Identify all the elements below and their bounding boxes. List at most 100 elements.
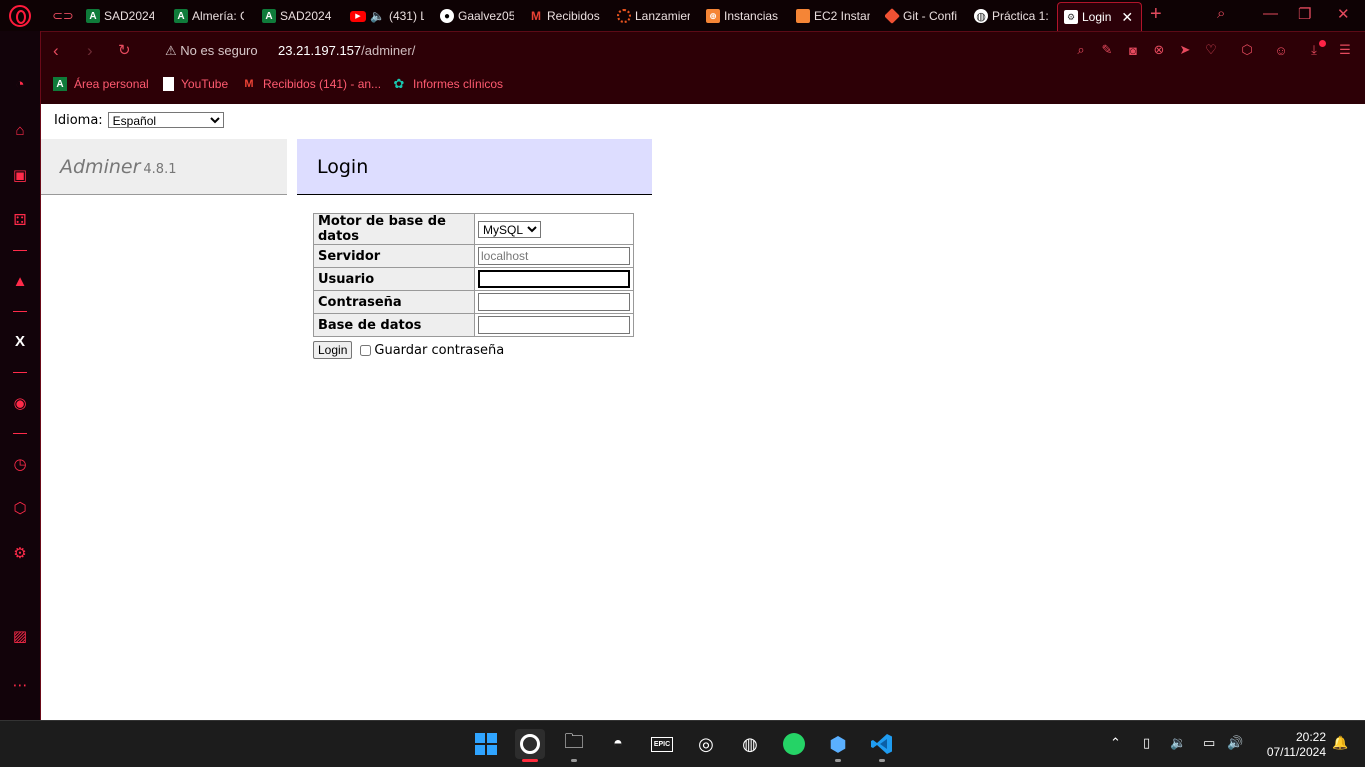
tab-ec2[interactable]: EC2 Instan (796, 4, 870, 28)
database-input[interactable] (478, 316, 630, 334)
camera-icon[interactable]: ◙ (1125, 42, 1141, 58)
password-label: Contraseña (313, 290, 475, 314)
steam-icon[interactable]: ◎ (691, 729, 721, 759)
new-tab-plus-icon[interactable]: + (1150, 3, 1162, 26)
table-row: Base de datos (313, 313, 634, 337)
adblock-icon[interactable]: ⊗ (1151, 42, 1167, 58)
tab-lanzamiento[interactable]: Lanzamier (617, 4, 690, 28)
forward-icon[interactable]: › (87, 41, 93, 61)
epic-games-icon[interactable]: EPIC (647, 729, 677, 759)
driver-select[interactable]: MySQL (478, 220, 541, 238)
close-tab-icon[interactable]: ✕ (1121, 9, 1133, 26)
wallpaper-icon[interactable]: ▨ (10, 626, 30, 646)
tab-snapshot[interactable]: ⊂⊃ (52, 4, 74, 28)
start-windows-icon[interactable] (471, 729, 501, 759)
vscode-icon[interactable] (867, 729, 897, 762)
close-window-icon[interactable]: ✕ (1337, 5, 1350, 23)
adminer-menu-header: Adminer 4.8.1 (41, 139, 287, 195)
tab-search-icon[interactable]: ⌕ (1217, 5, 1225, 22)
profile-icon[interactable]: ☺ (1273, 42, 1289, 58)
heart-icon[interactable]: ♡ (1203, 42, 1219, 58)
gear-flower-icon: ✿ (393, 76, 405, 91)
bookmark-area-personal[interactable]: A Área personal (53, 77, 149, 91)
language-select[interactable]: Español (107, 112, 224, 128)
driver-label: Motor de base de datos (313, 213, 475, 245)
content-header: Login (297, 139, 652, 195)
network-monitor-icon[interactable]: ▭ (1203, 735, 1215, 751)
opera-gx-taskbar-icon[interactable] (515, 729, 545, 762)
page-icon (163, 77, 174, 91)
tab-github[interactable]: ● Gaalvez05 (440, 4, 514, 28)
table-row: Contraseña (313, 290, 634, 314)
bookmark-informes[interactable]: ✿ Informes clínicos (392, 76, 503, 91)
password-input[interactable] (478, 293, 630, 311)
username-input[interactable] (477, 269, 631, 289)
system-clock[interactable]: 20:22 07/11/2024 (1258, 730, 1326, 760)
tab-gmail[interactable]: M Recibidos (529, 4, 601, 28)
language-selector: Idioma: Español (54, 112, 224, 128)
opera-menu-icon[interactable] (9, 5, 31, 27)
bookmark-recibidos[interactable]: M Recibidos (141) - an... (242, 77, 381, 91)
tab-sad2024-2[interactable]: A SAD2024: (262, 4, 332, 28)
tab-sad2024-1[interactable]: A SAD2024: (86, 4, 154, 28)
usb-drive-icon[interactable]: ▯ (1143, 735, 1150, 751)
send-icon[interactable]: ➤ (1177, 42, 1193, 58)
speaker-icon[interactable]: 🔈 (370, 9, 385, 23)
aws-cube-icon (796, 9, 810, 23)
moodle-a-icon: A (262, 9, 276, 23)
speaker-tray-icon[interactable]: 🔉 (1170, 735, 1186, 751)
history-clock-icon[interactable]: ◷ (10, 454, 30, 474)
cube-icon[interactable]: ⬡ (10, 498, 30, 518)
edit-icon[interactable]: ✎ (1099, 42, 1115, 58)
cube-icon[interactable]: ⬡ (1239, 42, 1255, 58)
tab-instancias[interactable]: ⊕ Instancias (706, 4, 780, 28)
discord-icon[interactable]: ◓ (603, 729, 633, 759)
server-input[interactable] (478, 247, 630, 265)
minimize-icon[interactable]: — (1263, 5, 1278, 22)
moodle-a-icon: A (86, 9, 100, 23)
twitch-icon[interactable]: ▣ (10, 165, 30, 185)
tab-git[interactable]: Git - Confi (885, 4, 959, 28)
remember-password-label[interactable]: Guardar contraseña (374, 343, 504, 358)
tab-youtube[interactable]: ▶ 🔈 (431) L (350, 4, 424, 28)
sidebar-divider (13, 311, 27, 312)
login-button[interactable]: Login (313, 341, 353, 359)
virtualbox-icon[interactable]: ⬢ (823, 729, 853, 762)
aria-icon[interactable]: ▲ (10, 271, 30, 291)
speed-dial-icon[interactable]: ◔ (10, 74, 30, 94)
chevron-up-icon[interactable]: ⌃ (1110, 735, 1121, 751)
submit-row: Login Guardar contraseña (313, 341, 504, 359)
gamepad-icon: ⊂⊃ (52, 8, 74, 23)
spotify-icon[interactable]: ◉ (10, 393, 30, 413)
volume-icon[interactable]: 🔊 (1227, 735, 1243, 751)
search-page-icon[interactable]: ⌕ (1073, 42, 1089, 58)
notification-bell-icon[interactable]: 🔔 (1332, 735, 1348, 751)
more-dots-icon[interactable]: ⋯ (10, 675, 30, 695)
briefcase-icon[interactable]: ⌂ (10, 120, 30, 140)
tab-almeria[interactable]: A Almería: C (174, 4, 244, 28)
easy-setup-icon[interactable]: ☰ (1337, 42, 1353, 58)
opera-sidebar: ◔ ⌂ ▣ ⚃ ▲ X ◉ ◷ ⬡ ⚙ ▨ ⋯ (0, 31, 41, 720)
reload-icon[interactable]: ↻ (118, 41, 131, 59)
app-version[interactable]: 4.8.1 (143, 162, 176, 177)
x-twitter-icon[interactable]: X (10, 331, 30, 351)
warning-triangle-icon: ⚠ (165, 43, 177, 58)
tab-practica[interactable]: ◍ Práctica 1: (974, 4, 1049, 28)
obs-icon[interactable]: ◍ (735, 729, 765, 759)
remember-password-checkbox[interactable] (360, 344, 372, 356)
running-indicator (835, 759, 841, 762)
back-icon[interactable]: ‹ (53, 41, 59, 61)
address-bar: ‹ › ↻ ⚠ No es seguro 23.21.197.157/admin… (41, 31, 1365, 69)
bookmarks-bar: A Área personal YouTube M Recibidos (141… (41, 69, 1365, 104)
database-label: Base de datos (313, 313, 475, 337)
settings-gear-icon[interactable]: ⚙ (10, 543, 30, 563)
whatsapp-icon[interactable] (779, 729, 809, 759)
extension-box-icon[interactable]: ⚃ (10, 210, 30, 230)
app-logo-link[interactable]: Adminer 4.8.1 (60, 156, 176, 178)
bookmark-youtube[interactable]: YouTube (163, 77, 228, 91)
file-explorer-icon[interactable]: 🗀 (559, 729, 589, 762)
tab-login-active[interactable]: ⚙ Login ✕ (1057, 2, 1142, 31)
restore-icon[interactable]: ❐ (1298, 5, 1311, 23)
url-field[interactable]: 23.21.197.157/adminer/ (278, 43, 415, 58)
security-indicator[interactable]: ⚠ No es seguro (165, 43, 258, 59)
